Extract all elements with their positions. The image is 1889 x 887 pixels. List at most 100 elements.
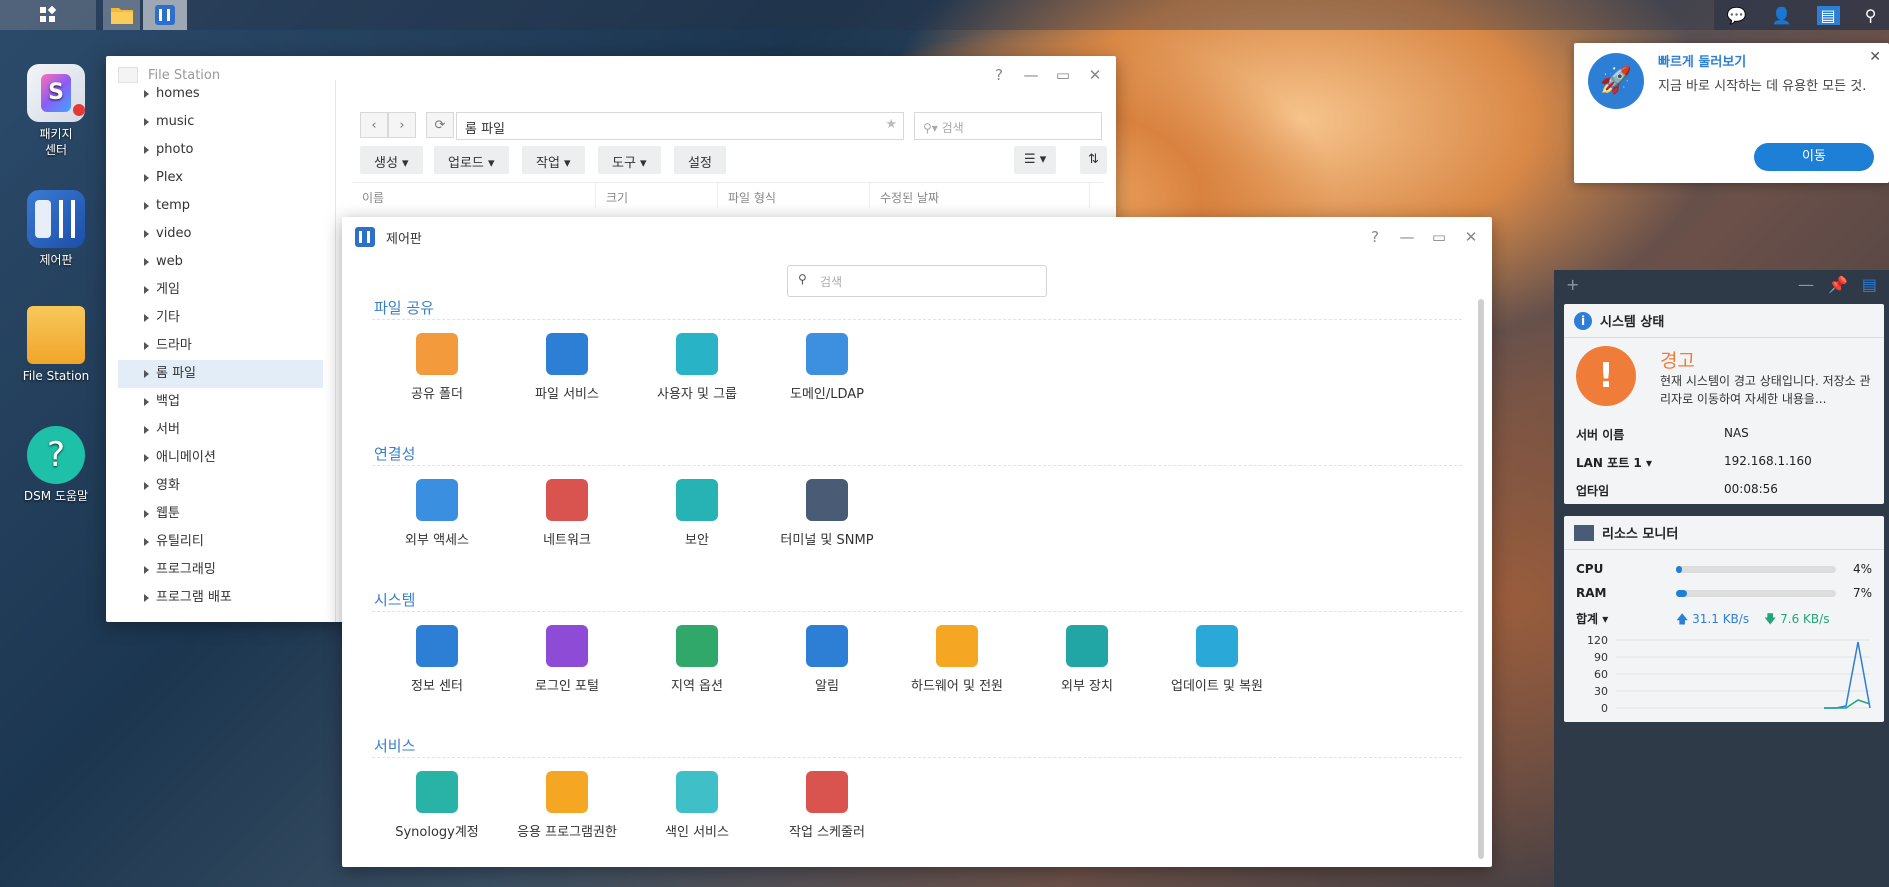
close-icon[interactable]: ✕ bbox=[1869, 49, 1881, 65]
folder-tree-item[interactable]: 기타 bbox=[106, 304, 335, 332]
item-label: 공유 폴더 bbox=[411, 387, 463, 402]
maximize-icon[interactable]: ▭ bbox=[1430, 228, 1448, 246]
control-panel-item[interactable]: 색인 서비스 bbox=[632, 771, 762, 840]
control-panel-item[interactable]: 로그인 포털 bbox=[502, 625, 632, 694]
control-panel-item[interactable]: 파일 서비스 bbox=[502, 333, 632, 402]
minimize-icon[interactable]: — bbox=[1022, 66, 1040, 84]
control-panel-search-input[interactable]: ⚲ 검색 bbox=[787, 265, 1047, 297]
folder-tree-item[interactable]: 애니메이션 bbox=[106, 444, 335, 472]
control-panel-item[interactable]: 외부 액세스 bbox=[372, 479, 502, 548]
desktop-package-center[interactable]: S 패키지 센터 bbox=[14, 64, 98, 158]
list-view-button[interactable]: ☰ ▾ bbox=[1014, 146, 1057, 174]
folder-tree-item[interactable]: temp bbox=[106, 192, 335, 220]
control-panel-item[interactable]: 외부 장치 bbox=[1022, 625, 1152, 694]
control-panel-item[interactable]: 업데이트 및 복원 bbox=[1152, 625, 1282, 694]
add-widget-icon[interactable]: + bbox=[1566, 275, 1579, 294]
folder-tree-item[interactable]: 게임 bbox=[106, 276, 335, 304]
user-icon[interactable]: 👤 bbox=[1772, 6, 1792, 25]
scrollbar[interactable] bbox=[1478, 299, 1484, 859]
control-panel-item[interactable]: 알림 bbox=[762, 625, 892, 694]
folder-tree-item[interactable]: video bbox=[106, 220, 335, 248]
item-label: 도메인/LDAP bbox=[789, 387, 865, 402]
item-label: 터미널 및 SNMP bbox=[780, 533, 874, 548]
pin-icon[interactable]: 📌 bbox=[1828, 275, 1848, 294]
control-panel-item[interactable]: 도메인/LDAP bbox=[762, 333, 892, 402]
folder-tree-item[interactable]: 영화 bbox=[106, 472, 335, 500]
column-name[interactable]: 이름 bbox=[352, 183, 596, 208]
taskbar-file-station[interactable] bbox=[103, 0, 140, 30]
control-panel-item[interactable]: 응용 프로그램권한 bbox=[502, 771, 632, 840]
folder-tree-item[interactable]: homes bbox=[106, 80, 335, 108]
search-icon[interactable]: ⚲ bbox=[1865, 6, 1877, 25]
minimize-icon[interactable]: — bbox=[1798, 275, 1814, 294]
control-panel-item[interactable]: 네트워크 bbox=[502, 479, 632, 548]
forward-button[interactable]: › bbox=[388, 112, 416, 138]
close-icon[interactable]: ✕ bbox=[1462, 228, 1480, 246]
sort-button[interactable]: ⇅ bbox=[1080, 146, 1107, 174]
column-size[interactable]: 크기 bbox=[596, 183, 718, 208]
upload-button[interactable]: 업로드 ▾ bbox=[434, 146, 509, 174]
back-button[interactable]: ‹ bbox=[360, 112, 388, 138]
minimize-icon[interactable]: — bbox=[1398, 228, 1416, 246]
taskbar-control-panel[interactable] bbox=[143, 0, 187, 30]
maximize-icon[interactable]: ▭ bbox=[1054, 66, 1072, 84]
control-panel-item[interactable]: 공유 폴더 bbox=[372, 333, 502, 402]
desktop-file-station[interactable]: File Station bbox=[14, 306, 98, 384]
settings-button[interactable]: 설정 bbox=[674, 146, 726, 174]
control-panel-item[interactable]: 지역 옵션 bbox=[632, 625, 762, 694]
control-panel-item[interactable]: 정보 센터 bbox=[372, 625, 502, 694]
create-button[interactable]: 생성 ▾ bbox=[360, 146, 423, 174]
column-type[interactable]: 파일 형식 bbox=[718, 183, 870, 208]
go-button[interactable]: 이동 bbox=[1754, 143, 1874, 171]
control-panel-item[interactable]: 작업 스케줄러 bbox=[762, 771, 892, 840]
help-icon[interactable]: ? bbox=[1366, 228, 1384, 246]
desktop-control-panel[interactable]: 제어판 bbox=[14, 190, 98, 268]
row-key: 서버 이름 bbox=[1576, 428, 1625, 442]
action-button[interactable]: 작업 ▾ bbox=[522, 146, 585, 174]
widget-icon[interactable]: ▤ bbox=[1816, 5, 1840, 25]
folder-tree-item[interactable]: music bbox=[106, 108, 335, 136]
widget-icon[interactable]: ▤ bbox=[1862, 275, 1877, 294]
grid-icon bbox=[40, 6, 57, 22]
folder-tree-item[interactable]: 웹툰 bbox=[106, 500, 335, 528]
folder-tree-item[interactable]: 유틸리티 bbox=[106, 528, 335, 556]
control-panel-item[interactable]: 보안 bbox=[632, 479, 762, 548]
folder-tree-item[interactable]: Plex bbox=[106, 164, 335, 192]
login-portal-icon bbox=[546, 625, 588, 667]
folder-icon bbox=[110, 8, 133, 24]
control-panel-item[interactable]: 하드웨어 및 전원 bbox=[892, 625, 1022, 694]
refresh-button[interactable]: ⟳ bbox=[426, 112, 454, 138]
item-label: 알림 bbox=[815, 679, 839, 694]
path-field[interactable]: 롬 파일 ★ bbox=[456, 112, 904, 140]
total-dropdown[interactable]: 합계 ▾ bbox=[1576, 610, 1608, 627]
info-row[interactable]: LAN 포트 1 ▾ 192.168.1.160 bbox=[1576, 454, 1872, 474]
quick-start-desc: 지금 바로 시작하는 데 유용한 모든 것. bbox=[1658, 79, 1867, 94]
folder-tree-item[interactable]: 롬 파일 bbox=[118, 360, 323, 388]
desktop-label: 제어판 bbox=[39, 253, 73, 267]
control-panel-item[interactable]: 터미널 및 SNMP bbox=[762, 479, 892, 548]
section-title: 시스템 bbox=[374, 591, 416, 609]
control-panel-item[interactable]: 사용자 및 그룹 bbox=[632, 333, 762, 402]
star-icon[interactable]: ★ bbox=[885, 117, 897, 132]
folder-tree-item[interactable]: 서버 bbox=[106, 416, 335, 444]
folder-tree-item[interactable]: 백업 bbox=[106, 388, 335, 416]
control-panel-item[interactable]: Synology계정 bbox=[372, 771, 502, 840]
desktop-dsm-help[interactable]: ? DSM 도움말 bbox=[14, 426, 98, 504]
main-menu-button[interactable] bbox=[0, 0, 96, 30]
chat-icon[interactable]: 💬 bbox=[1727, 6, 1747, 25]
folder-tree-item[interactable]: photo bbox=[106, 136, 335, 164]
help-icon[interactable]: ? bbox=[990, 66, 1008, 84]
folder-tree-item[interactable]: 프로그래밍 bbox=[106, 556, 335, 584]
search-placeholder: 검색 bbox=[820, 275, 843, 289]
folder-tree-item[interactable]: 프로그램 배포 bbox=[106, 584, 335, 612]
column-modified[interactable]: 수정된 날짜 bbox=[870, 183, 1090, 208]
folder-tree-item[interactable]: 드라마 bbox=[106, 332, 335, 360]
folder-tree-item[interactable]: web bbox=[106, 248, 335, 276]
tools-button[interactable]: 도구 ▾ bbox=[598, 146, 661, 174]
folder-label: 드라마 bbox=[156, 338, 192, 353]
close-icon[interactable]: ✕ bbox=[1086, 66, 1104, 84]
search-input[interactable]: ⚲▾ 검색 bbox=[914, 112, 1102, 140]
upload-speed: 🡅 31.1 KB/s bbox=[1676, 612, 1750, 626]
quick-start-popup: 🚀 빠르게 둘러보기 지금 바로 시작하는 데 유용한 모든 것. ✕ 이동 bbox=[1574, 43, 1889, 183]
row-key[interactable]: LAN 포트 1 ▾ bbox=[1576, 454, 1652, 471]
